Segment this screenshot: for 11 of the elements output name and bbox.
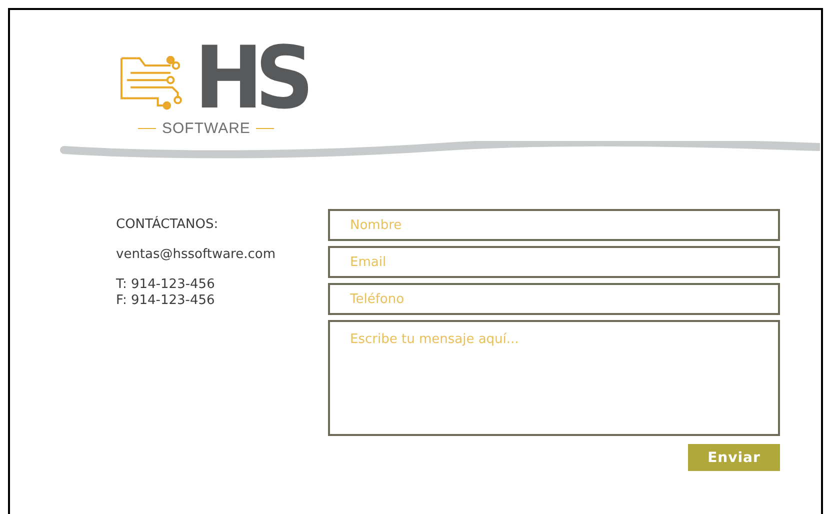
phone-number: F: 914-123-456 [116, 293, 216, 309]
phone-number: T: 914-123-456 [116, 277, 216, 293]
message-field[interactable]: Escribe tu mensaje aquí... [328, 320, 780, 436]
input-field[interactable]: Teléfono [328, 283, 780, 315]
input-field[interactable]: Nombre [328, 209, 780, 241]
logo-letters: HS [194, 42, 306, 116]
logo-wordmark: SOFTWARE [162, 120, 250, 137]
email-address: ventas@hssoftware.com [116, 247, 277, 263]
send-button[interactable]: Enviar [688, 444, 780, 471]
input-field[interactable]: Email [328, 246, 780, 278]
contact-heading: CONTÁCTANOS: [116, 217, 220, 233]
